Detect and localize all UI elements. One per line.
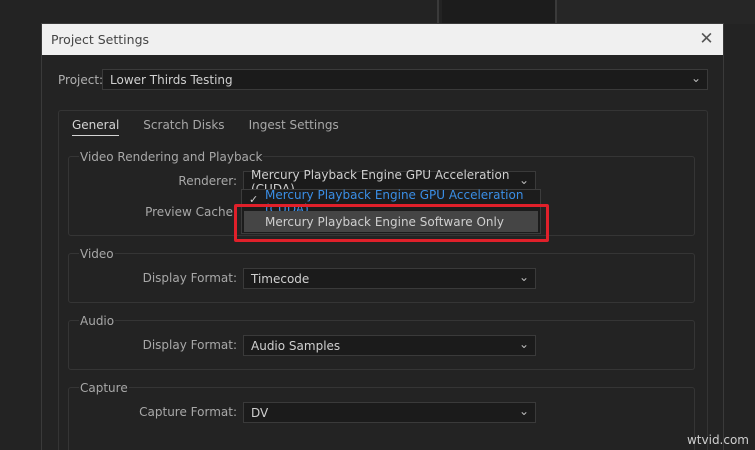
dialog-title: Project Settings [51, 32, 150, 47]
audio-display-format-select[interactable]: Audio Samples ⌄ [243, 335, 536, 356]
video-display-format-value: Timecode [251, 271, 310, 286]
bg-panel-far [557, 0, 755, 24]
tab-ingest-settings[interactable]: Ingest Settings [249, 118, 339, 136]
audio-display-format-label: Display Format: [142, 338, 237, 352]
project-row: Project: Lower Thirds Testing ⌄ [58, 69, 708, 90]
settings-panel: General Scratch Disks Ingest Settings Vi… [58, 110, 708, 450]
dropdown-option-gpu-cuda[interactable]: ✓ Mercury Playback Engine GPU Accelerati… [242, 188, 540, 216]
audio-group: Audio Display Format: Audio Samples ⌄ [68, 314, 695, 370]
capture-format-select[interactable]: DV ⌄ [243, 402, 536, 423]
bg-panel-right [442, 0, 555, 24]
close-icon[interactable]: ✕ [698, 31, 715, 48]
dialog-titlebar[interactable]: Project Settings ✕ [42, 24, 723, 55]
bg-divider [437, 0, 439, 24]
tab-scratch-disks[interactable]: Scratch Disks [143, 118, 224, 136]
group-title-capture: Capture [79, 381, 129, 395]
project-select[interactable]: Lower Thirds Testing ⌄ [102, 69, 708, 90]
chevron-down-icon: ⌄ [518, 173, 529, 187]
chevron-down-icon: ⌄ [690, 71, 701, 85]
project-label: Project: [58, 72, 104, 87]
video-display-format-label: Display Format: [142, 271, 237, 285]
project-settings-dialog: Project Settings ✕ Project: Lower Thirds… [41, 23, 724, 450]
video-group: Video Display Format: Timecode ⌄ [68, 247, 695, 303]
audio-display-format-value: Audio Samples [251, 338, 341, 353]
group-title-audio: Audio [79, 314, 116, 328]
video-display-format-select[interactable]: Timecode ⌄ [243, 268, 536, 289]
chevron-down-icon: ⌄ [518, 270, 529, 284]
project-select-value: Lower Thirds Testing [110, 72, 233, 87]
capture-format-label: Capture Format: [139, 405, 237, 419]
group-title-video: Video [79, 247, 115, 261]
capture-format-value: DV [251, 405, 269, 420]
renderer-dropdown-menu: ✓ Mercury Playback Engine GPU Accelerati… [241, 188, 541, 234]
watermark: wtvid.com [686, 433, 749, 447]
chevron-down-icon: ⌄ [518, 337, 529, 351]
dropdown-option-software-only[interactable]: Mercury Playback Engine Software Only [244, 211, 538, 232]
group-title-video-rendering: Video Rendering and Playback [79, 150, 264, 164]
capture-group: Capture Capture Format: DV ⌄ [68, 381, 695, 450]
renderer-label: Renderer: [178, 174, 237, 188]
chevron-down-icon: ⌄ [518, 404, 529, 418]
check-icon: ✓ [249, 193, 259, 206]
preview-cache-label: Preview Cache: [145, 205, 237, 219]
tab-bar: General Scratch Disks Ingest Settings [72, 118, 339, 136]
dropdown-option-label: Mercury Playback Engine Software Only [265, 214, 504, 229]
tab-general[interactable]: General [72, 118, 120, 136]
